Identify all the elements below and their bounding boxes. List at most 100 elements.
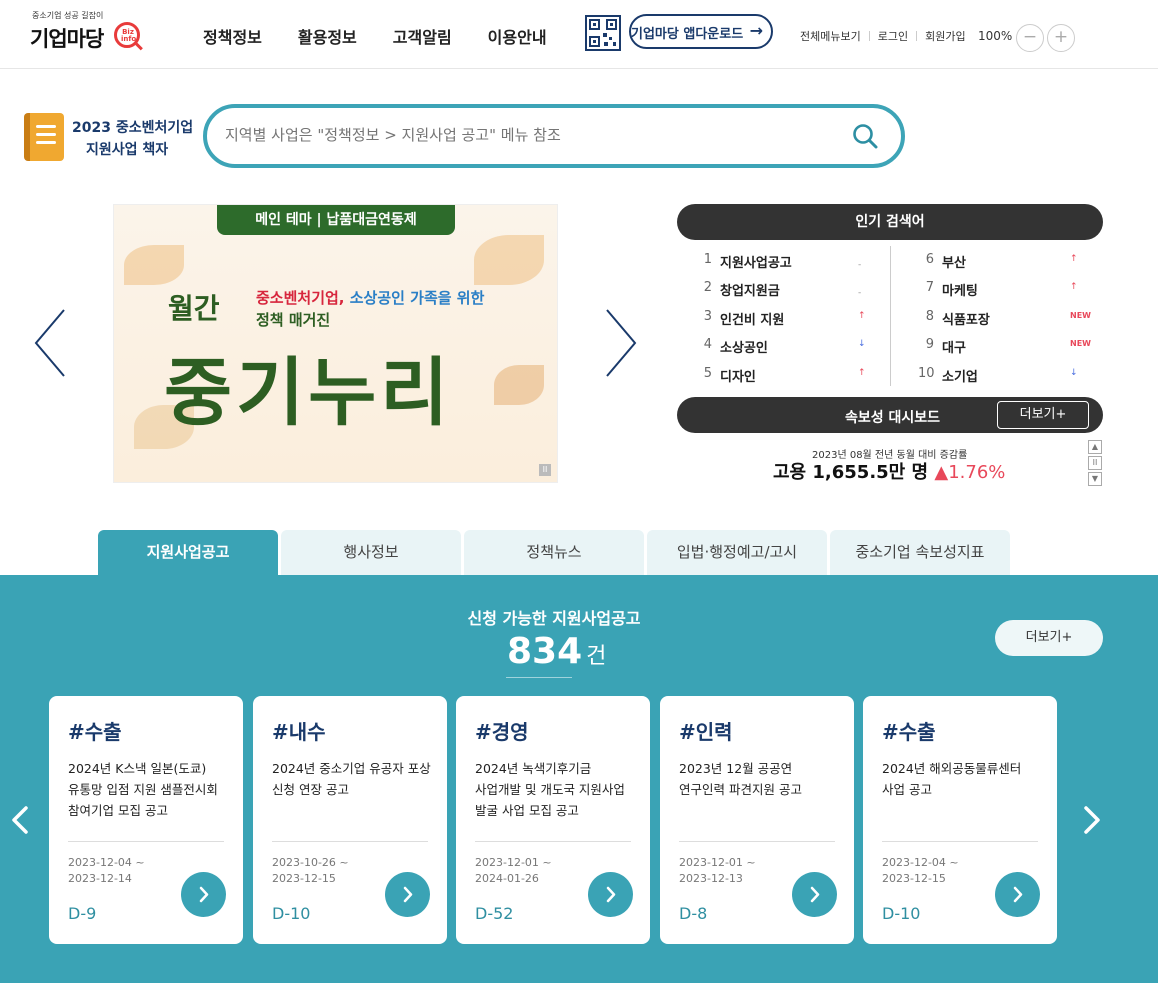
card-open-button[interactable] (385, 872, 430, 917)
keyword-item[interactable]: 7 마케팅 ↑ (918, 274, 1118, 302)
keyword-trend-icon: ↑ (858, 310, 866, 321)
keyword-item[interactable]: 10 소기업 ↓ (918, 360, 1118, 388)
book-title-line1: 2023 중소벤처기업 (72, 120, 194, 136)
keyword-item[interactable]: 2 창업지원금 - (696, 274, 896, 302)
tab-legislation[interactable]: 입법·행정예고/고시 (647, 530, 827, 575)
banner-monthly: 월간 (168, 292, 220, 325)
keyword-label: 소기업 (942, 369, 978, 385)
logo-tagline: 중소기업 성공 길잡이 (32, 11, 104, 20)
chevron-right-icon (606, 886, 616, 903)
search-icon[interactable] (851, 122, 879, 150)
keyword-trend-icon: NEW (1070, 339, 1091, 349)
dashboard-down-button[interactable]: ▼ (1088, 472, 1102, 486)
search-input[interactable] (225, 126, 825, 144)
main-banner[interactable]: 메인 테마 | 납품대금연동제 월간 중소벤처기업, 소상공인 가족을 위한 정… (113, 204, 558, 483)
card-category: #수출 (68, 720, 122, 744)
keyword-trend-icon: ↑ (1070, 254, 1078, 264)
all-menu-link[interactable]: 전체메뉴보기 (800, 28, 861, 44)
keyword-trend-icon: ↓ (858, 339, 866, 350)
chevron-right-icon (199, 886, 209, 903)
qr-code-icon[interactable] (585, 15, 621, 51)
signup-link[interactable]: 회원가입 (925, 28, 965, 44)
app-download-button[interactable]: 기업마당 앱다운로드 → (629, 14, 773, 49)
card-open-button[interactable] (588, 872, 633, 917)
logo-mark-text: Biz info (121, 28, 137, 43)
keyword-rank: 3 (703, 308, 712, 324)
keyword-rank: 2 (703, 280, 712, 296)
book-icon (24, 113, 64, 161)
banner-prev-icon[interactable] (34, 308, 68, 378)
card-start-date: 2023-12-04 ~ (68, 856, 145, 869)
keyword-rank: 4 (703, 337, 712, 353)
popular-keywords-right: 6 부산 ↑ 7 마케팅 ↑ 8 식품포장 NEW 9 대구 NEW 10 소기업 ↓ (918, 246, 1118, 388)
dashboard-header: 속보성 대시보드 더보기+ (677, 397, 1103, 433)
keyword-rank: 6 (925, 252, 934, 267)
keyword-trend-icon: NEW (1070, 310, 1091, 320)
card-open-button[interactable] (792, 872, 837, 917)
section-more-button[interactable]: 더보기+ (995, 620, 1103, 656)
card-title: 2024년 해외공동물류센터 사업 공고 (882, 761, 1022, 797)
keyword-item[interactable]: 5 디자인 ↑ (696, 360, 896, 388)
banner-subtitle-2: 정책 매거진 (256, 311, 331, 329)
keyword-trend-icon: ↑ (858, 367, 866, 378)
popular-keywords-left: 1 지원사업공고 - 2 창업지원금 - 3 인건비 지원 ↑ 4 소상공인 ↓ 5 디자인 ↑ (696, 246, 896, 388)
banner-next-icon[interactable] (603, 308, 637, 378)
main-nav: 정책정보 활용정보 고객알림 이용안내 (203, 24, 583, 48)
tab-events[interactable]: 행사정보 (281, 530, 461, 575)
zoom-in-button[interactable]: + (1047, 24, 1075, 52)
keyword-item[interactable]: 6 부산 ↑ (918, 246, 1118, 274)
nav-policy-info[interactable]: 정책정보 (203, 24, 262, 48)
banner-theme-tag: 메인 테마 | 납품대금연동제 (217, 205, 455, 235)
utility-links: 전체메뉴보기 로그인 회원가입 (800, 28, 966, 44)
card-category: #인력 (679, 720, 733, 744)
notice-card[interactable]: #인력 2023년 12월 공공연 연구인력 파견지원 공고 2023-12-01 … (660, 696, 854, 944)
notice-card[interactable]: #내수 2024년 중소기업 유공자 포상 신청 연장 공고 2023-10-26 … (253, 696, 447, 944)
keyword-trend-icon: ↑ (1070, 282, 1078, 293)
keyword-item[interactable]: 1 지원사업공고 - (696, 246, 896, 274)
nav-guide[interactable]: 이용안내 (488, 24, 547, 48)
notice-card[interactable]: #수출 2024년 K스낵 일본(도쿄) 유통망 입점 지원 샘플전시회 참여기업… (49, 696, 243, 944)
page: 중소기업 성공 길잡이 기업마당 Biz info 정책정보 활용정보 고객알림… (0, 0, 1158, 983)
keyword-item[interactable]: 4 소상공인 ↓ (696, 331, 896, 359)
cards-next-icon[interactable] (1082, 805, 1102, 835)
logo[interactable]: 중소기업 성공 길잡이 기업마당 Biz info (30, 10, 145, 56)
card-start-date: 2023-12-04 ~ (882, 856, 959, 869)
tab-indicators[interactable]: 중소기업 속보성지표 (830, 530, 1010, 575)
keyword-item[interactable]: 9 대구 NEW (918, 331, 1118, 359)
card-title: 2024년 K스낵 일본(도쿄) 유통망 입점 지원 샘플전시회 참여기업 모집… (68, 761, 218, 818)
tab-support-notices[interactable]: 지원사업공고 (98, 530, 278, 575)
keyword-trend-icon: - (858, 288, 862, 299)
card-open-button[interactable] (995, 872, 1040, 917)
dashboard-value: 고용 1,655.5만 명 ▲1.76% (773, 458, 1005, 484)
dashboard-pause-button[interactable]: II (1088, 456, 1102, 470)
card-title: 2023년 12월 공공연 연구인력 파견지원 공고 (679, 761, 802, 797)
card-title: 2024년 녹색기후기금 사업개발 및 개도국 지원사업 발굴 사업 모집 공고 (475, 761, 625, 818)
notice-count: 834 건 (507, 631, 606, 672)
card-end-date: 2023-12-15 (272, 872, 336, 885)
dashboard-up-button[interactable]: ▲ (1088, 440, 1102, 454)
card-category: #경영 (475, 720, 529, 744)
support-book-link[interactable]: 2023 중소벤처기업 지원사업 책자 (16, 103, 196, 167)
notice-count-unit: 건 (586, 644, 607, 669)
keyword-label: 마케팅 (942, 284, 978, 300)
keyword-item[interactable]: 8 식품포장 NEW (918, 303, 1118, 331)
cards-prev-icon[interactable] (10, 805, 30, 835)
tab-policy-news[interactable]: 정책뉴스 (464, 530, 644, 575)
keyword-label: 대구 (942, 341, 966, 357)
keyword-label: 식품포장 (942, 312, 990, 328)
login-link[interactable]: 로그인 (878, 28, 908, 44)
zoom-out-button[interactable]: − (1016, 24, 1044, 52)
keyword-item[interactable]: 3 인건비 지원 ↑ (696, 303, 896, 331)
book-title-line2: 지원사업 책자 (86, 142, 169, 158)
notice-card[interactable]: #수출 2024년 해외공동물류센터 사업 공고 2023-12-04 ~ 2023-… (863, 696, 1057, 944)
nav-customer-notice[interactable]: 고객알림 (393, 24, 452, 48)
zoom-level: 100% (978, 29, 1013, 43)
notice-card[interactable]: #경영 2024년 녹색기후기금 사업개발 및 개도국 지원사업 발굴 사업 모집… (456, 696, 650, 944)
keyword-label: 창업지원금 (720, 284, 780, 300)
keyword-label: 디자인 (720, 369, 756, 385)
dashboard-more-button[interactable]: 더보기+ (997, 401, 1089, 429)
dashboard-change: ▲1.76% (934, 462, 1006, 483)
nav-usage-info[interactable]: 활용정보 (298, 24, 357, 48)
card-open-button[interactable] (181, 872, 226, 917)
banner-pause-button[interactable]: II (539, 464, 551, 476)
